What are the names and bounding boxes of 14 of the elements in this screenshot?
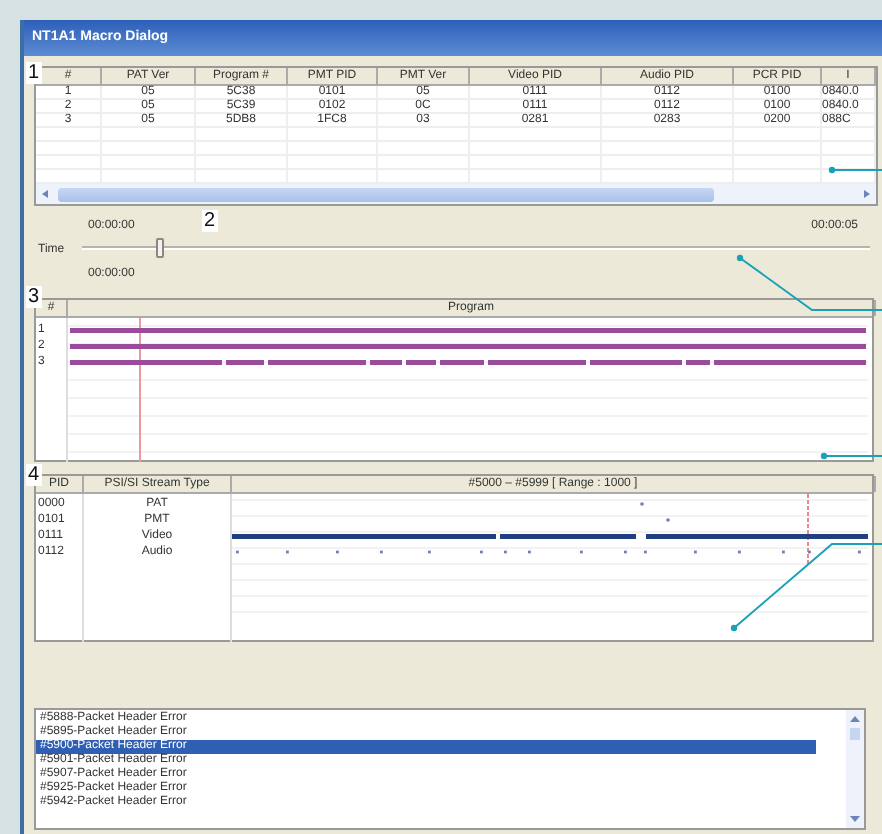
callout-number: 1: [26, 62, 42, 84]
callout-number: 2: [202, 210, 218, 232]
slider-thumb[interactable]: [156, 238, 165, 258]
callout-number: 3: [26, 286, 42, 308]
time-slider[interactable]: [82, 238, 870, 258]
scroll-left-icon[interactable]: [40, 188, 52, 200]
vertical-scrollbar[interactable]: [846, 710, 864, 828]
callout-number: 4: [26, 464, 42, 486]
position-marker: [807, 494, 809, 567]
scroll-right-icon[interactable]: [860, 188, 872, 200]
leader-line: [828, 166, 882, 174]
horizontal-scrollbar[interactable]: [36, 184, 876, 204]
position-marker: [139, 318, 141, 462]
leader-line: [820, 452, 882, 460]
